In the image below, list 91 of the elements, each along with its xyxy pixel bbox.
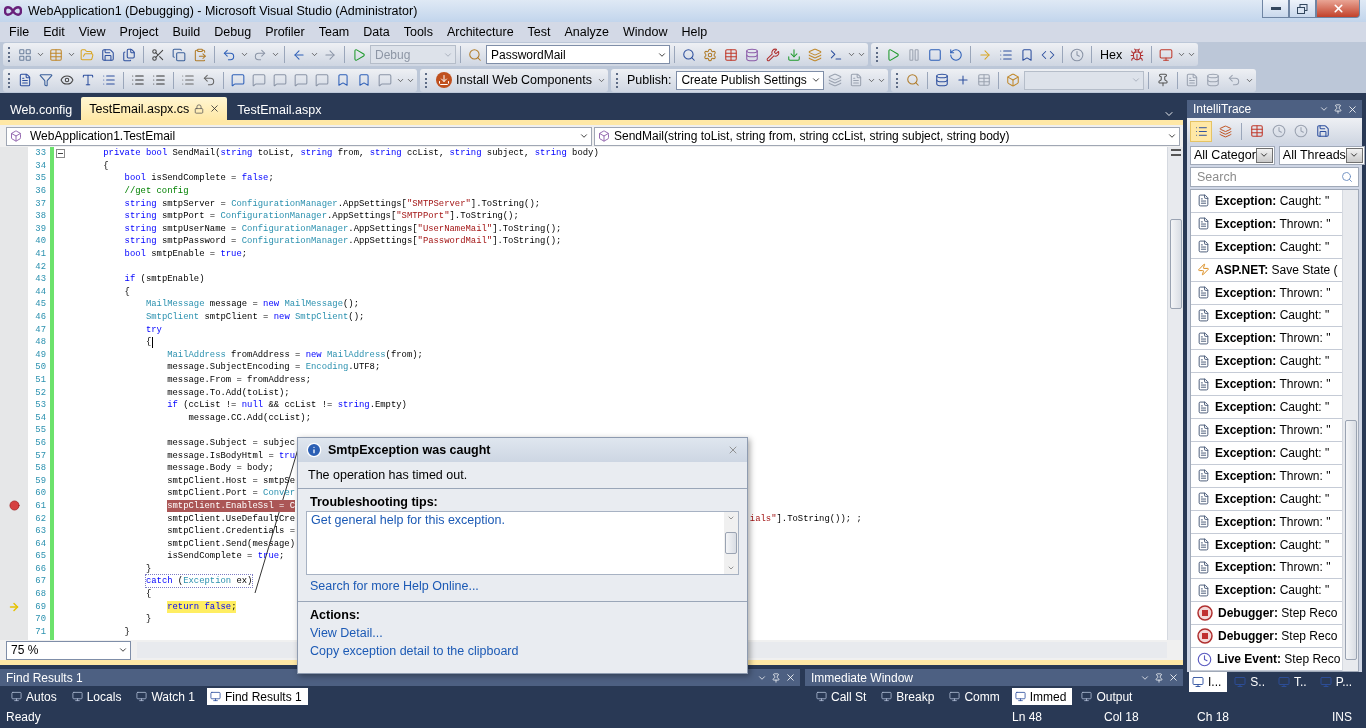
code-line: bool smtpEnable = true; [124,248,248,261]
line-number: 53 [34,400,47,411]
code-line: message.SubjectEncoding = Encoding.UTF8; [167,361,381,374]
line-number: 39 [34,223,47,234]
line-number: 69 [34,601,47,612]
code-line: } [124,625,130,638]
code-line: ials"].ToString()); ; [749,512,862,525]
line-number: 66 [34,563,47,574]
status-text: Ready [6,709,42,724]
code-line: { [145,588,152,601]
line-number: 61 [34,500,47,511]
line-number: 65 [34,551,47,562]
line-number: 52 [34,387,47,398]
code-line: isSendComplete = true; [167,550,285,563]
line-number: 41 [34,249,47,260]
line-number: 57 [34,450,47,461]
code-line: smtpClient.Send(message) [167,537,296,550]
section-heading: Actions: [309,607,361,624]
code-line: MailMessage message = new MailMessage(); [145,298,359,311]
line-number: 71 [34,626,47,637]
code-line: if (ccList != null && ccList != string.Empty) [167,399,407,412]
column-indicator: Col 18 [1104,709,1140,724]
code-line: message.CC.Add(ccList); [188,411,311,424]
panel-title: Find Results 1 [6,670,84,685]
line-number: 49 [34,349,47,360]
line-number: 46 [34,312,47,322]
code-line: message.Subject = subjec [167,436,296,449]
code-line: message.Body = body; [167,462,274,475]
line-number: 50 [34,362,47,373]
code-line: //get config [124,185,189,198]
code-line: smtpClient.UseDefaultCre [167,512,296,525]
line-number: 47 [34,324,47,335]
exception-message: The operation has timed out. [298,462,747,489]
code-line: message.To.Add(toList); [167,386,290,399]
line-number: 70 [34,614,47,625]
code-line: smtpClient.Credentials = [167,525,296,538]
code-line: string smtpUserName = ConfigurationManager.AppSettings["UserNameMail"].ToString(); [124,222,562,235]
popup-title: SmtpException was caught [328,443,492,457]
line-number: 40 [34,236,47,247]
code-line: private bool SendMail(string toList, string from, string ccList, string subject, string body) [103,147,599,160]
publish-label: Publish: [625,73,673,87]
panel-title: IntelliTrace [1193,102,1253,116]
code-line: MailAddress fromAddress = new MailAddress(from); [167,348,423,361]
section-heading: Troubleshooting tips: [309,494,439,511]
code-line: SmtpClient smtpClient = new SmtpClient(); [145,311,365,323]
line-number: 64 [34,538,47,549]
insert-mode-indicator: INS [1332,709,1353,724]
line-number: 34 [34,160,47,171]
code-line: string smtpServer = ConfigurationManager.AppSettings["SMTPServer"].ToString(); [124,197,541,210]
line-number: 43 [34,274,47,285]
code-line: message.IsBodyHtml = tru [167,449,296,462]
code-line: { [124,285,130,298]
code-line: string smtpPort = ConfigurationManager.AppSettings["SMTPPort"].ToString(); [124,210,519,223]
line-number: 54 [34,412,47,423]
panel-title: Immediate Window [811,670,915,685]
line-number: 51 [34,375,47,385]
type-name: WebApplication1.TestEmail [30,129,176,143]
line-number: 67 [34,576,47,587]
line-number: 56 [34,437,47,448]
line-number: 63 [34,526,47,537]
code-line: catch (Exception ex) [145,575,253,588]
character-indicator: Ch 18 [1197,709,1231,724]
code-line: } [145,562,152,575]
line-number: 36 [34,186,47,197]
window-title: WebApplication1 (Debugging) - Microsoft Visual Studio (Administrator) [28,4,419,18]
code-line: smtpClient.Port = Conver [167,487,296,500]
line-number: 68 [34,589,47,600]
line-number: 48 [34,337,47,348]
code-line: } [145,613,152,626]
line-number: 59 [34,475,47,486]
line-number: 55 [34,425,47,436]
code-line: if (smtpEnable) [124,273,205,286]
line-number: 45 [34,299,47,310]
code-line: string smtpPassword = ConfigurationManager.AppSettings["PasswordMail"].ToString(); [124,235,562,248]
code-line: smtpClient.Host = smtpSe [167,474,296,487]
code-line: { [103,159,109,172]
line-number: 35 [34,173,47,184]
code-line: message.From = fromAddress; [167,374,311,386]
line-number: 38 [34,211,47,222]
line-number: 44 [34,286,47,297]
code-line: try [145,323,162,336]
line-indicator: Ln 48 [1012,709,1044,724]
code-line: { [145,336,152,349]
line-number: 37 [34,198,47,209]
line-number: 62 [34,513,47,524]
line-number: 33 [34,148,47,159]
member-name: SendMail(string toList, string from, string ccList, string subject, string body) [614,129,1010,143]
line-number: 60 [34,488,47,499]
line-number: 42 [34,261,47,272]
line-number: 58 [34,463,47,474]
code-line: bool isSendComplete = false; [124,172,274,185]
